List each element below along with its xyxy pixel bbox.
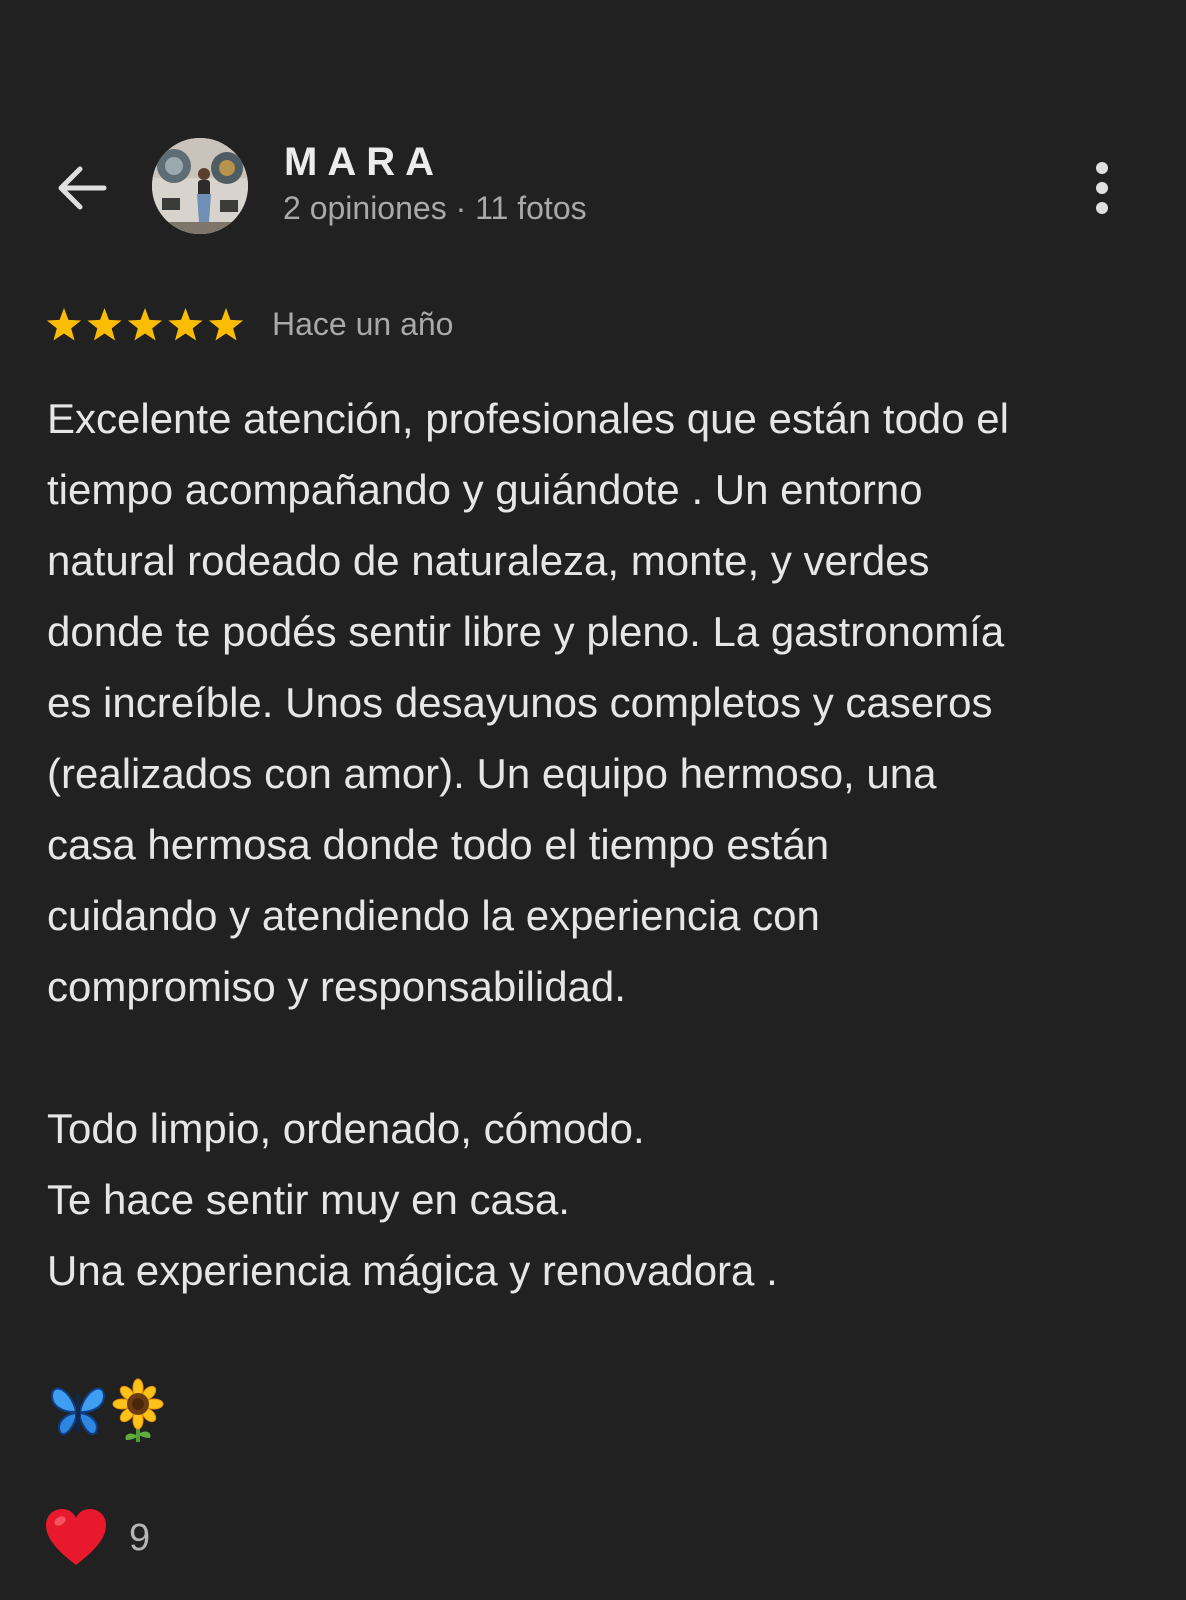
star-rating	[46, 308, 244, 341]
like-count: 9	[129, 1517, 151, 1559]
arrow-left-icon	[58, 166, 107, 210]
profile-photo	[152, 138, 248, 234]
star-icon	[127, 308, 163, 341]
review-line: natural rodeado de naturaleza, monte, y …	[47, 537, 930, 584]
avatar[interactable]	[152, 138, 248, 234]
star-icon	[208, 308, 244, 341]
review-line: Excelente atención, profesionales que es…	[47, 395, 1010, 442]
review-line: cuidando y atendiendo la experiencia con	[47, 892, 820, 939]
back-button[interactable]	[52, 160, 112, 216]
rating-row: Hace un año	[46, 304, 746, 348]
review-line: (realizados con amor). Un equipo hermoso…	[47, 750, 937, 797]
review-line: Una experiencia mágica y renovadora .	[47, 1247, 778, 1294]
review-line: casa hermosa donde todo el tiempo están	[47, 821, 830, 868]
star-icon	[87, 308, 122, 341]
review-date: Hace un año	[272, 306, 454, 342]
heart-icon	[46, 1509, 106, 1565]
review-line: tiempo acompañando y guiándote . Un ento…	[47, 466, 923, 513]
review-text: Excelente atención, profesionales que es…	[47, 383, 1157, 1306]
review-line: Te hace sentir muy en casa.	[47, 1176, 570, 1223]
sunflower-emoji	[112, 1378, 164, 1442]
more-options-button[interactable]	[1080, 156, 1124, 220]
review-header: MARA 2 opiniones · 11 fotos	[0, 130, 1186, 240]
star-icon	[46, 308, 82, 341]
star-icon	[168, 308, 203, 341]
vertical-dots-icon	[1096, 162, 1108, 214]
user-stats: 2 opiniones · 11 fotos	[283, 190, 587, 226]
review-line: Todo limpio, ordenado, cómodo.	[47, 1105, 645, 1152]
butterfly-emoji	[50, 1387, 106, 1436]
review-line: donde te podés sentir libre y pleno. La …	[47, 608, 1005, 655]
review-line: es increíble. Unos desayunos completos y…	[47, 679, 993, 726]
review-line: compromiso y responsabilidad.	[47, 963, 626, 1010]
like-button[interactable]: 9	[44, 1507, 344, 1571]
user-name[interactable]: MARA	[284, 140, 444, 185]
emoji-row	[48, 1378, 178, 1444]
emoji-icons	[50, 1378, 164, 1442]
